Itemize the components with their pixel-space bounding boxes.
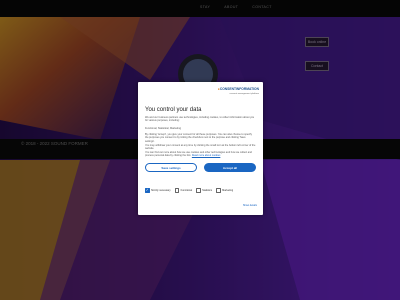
checkbox-marketing[interactable]: Marketing (216, 188, 233, 193)
intro-text: We and our business partners use technol… (145, 116, 255, 123)
checkbox-strictly-necessary[interactable]: ✓ Strictly necessary (145, 188, 171, 193)
checkbox-empty-icon (216, 188, 221, 193)
checkbox-functional[interactable]: Functional (174, 188, 192, 193)
withdraw-text: You may withdraw your consent at any tim… (145, 144, 256, 151)
body-text: By clicking 'Accept', you give your cons… (145, 133, 252, 143)
cookie-policy-link[interactable]: Read more about cookies (192, 154, 221, 157)
checkbox-empty-icon (196, 188, 201, 193)
checkbox-statistics[interactable]: Statistics (196, 188, 212, 193)
consent-logo: ●CONSENTINFORMATION consent management p… (217, 87, 259, 95)
purposes-text: Functional, Statistical, Marketing (145, 127, 181, 130)
show-details-link[interactable]: Show details (243, 204, 257, 207)
more-info-text: You can find out more about how we use c… (145, 151, 252, 158)
save-settings-button[interactable]: Save settings (145, 163, 197, 172)
consent-checkboxes: ✓ Strictly necessary Functional Statistic… (145, 188, 233, 193)
checkbox-empty-icon (174, 188, 180, 193)
cookie-consent-dialog: ●CONSENTINFORMATION consent management p… (138, 82, 263, 215)
checkbox-checked-icon: ✓ (145, 188, 150, 193)
dialog-title: You control your data (145, 107, 202, 113)
accept-all-button[interactable]: Accept all (204, 163, 256, 172)
